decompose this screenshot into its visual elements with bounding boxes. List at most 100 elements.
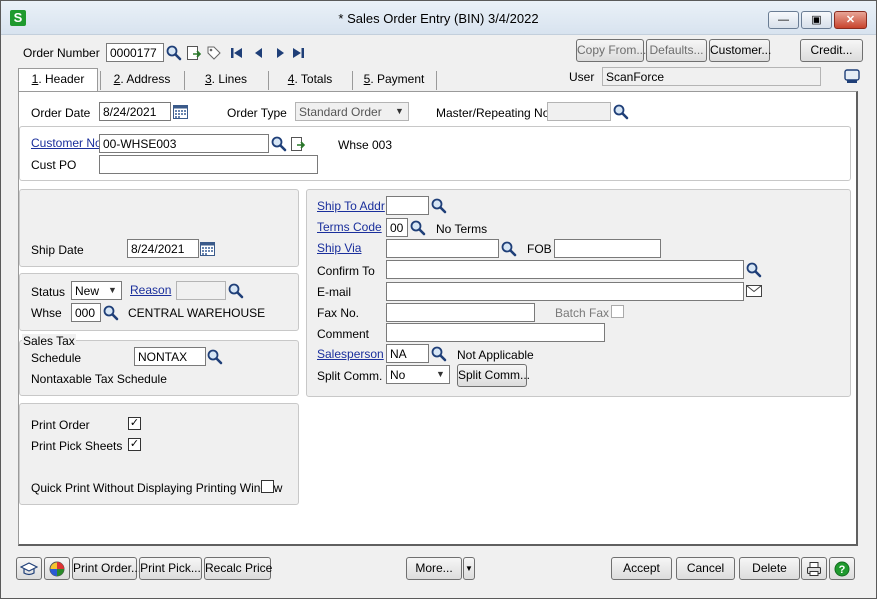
order-date-input[interactable]: 8/24/2021 (99, 102, 171, 121)
envelope-icon[interactable] (746, 285, 762, 297)
user-label: User (569, 70, 595, 84)
help-center-button[interactable] (16, 557, 42, 580)
schedule-magnifier-icon[interactable] (207, 349, 223, 365)
ship-to-addr-link[interactable]: Ship To Addr (317, 199, 385, 213)
master-repeating-input[interactable] (547, 102, 611, 121)
credit-button[interactable]: Credit... (800, 39, 863, 62)
confirm-to-magnifier-icon[interactable] (746, 262, 762, 278)
color-wheel-button[interactable] (44, 557, 70, 580)
order-date-calendar-icon[interactable] (173, 104, 189, 120)
quick-print-checkbox[interactable] (261, 480, 274, 493)
order-number-input[interactable]: 0000177 (106, 43, 164, 62)
tab-totals[interactable]: 4. Totals (269, 69, 351, 91)
more-dropdown-button[interactable]: ▼ (463, 557, 475, 580)
ship-date-label: Ship Date (31, 243, 84, 257)
maximize-button[interactable]: ▣ (801, 11, 832, 29)
ship-via-input[interactable] (386, 239, 499, 258)
print-pick-sheets-checkbox[interactable]: ✓ (128, 438, 141, 451)
chevron-down-icon: ▼ (465, 564, 473, 573)
salesperson-magnifier-icon[interactable] (431, 346, 447, 362)
customer-no-input[interactable]: 00-WHSE003 (99, 134, 269, 153)
help-icon: ? (834, 561, 850, 577)
tab-lines[interactable]: 3. Lines (185, 69, 267, 91)
customer-no-link[interactable]: Customer No. (31, 136, 105, 150)
salesperson-description: Not Applicable (457, 348, 534, 362)
cancel-button[interactable]: Cancel (676, 557, 735, 580)
user-field: ScanForce (602, 67, 821, 86)
print-order-checkbox[interactable]: ✓ (128, 417, 141, 430)
first-record-icon[interactable] (230, 46, 244, 60)
print-order-label: Print Order (31, 418, 90, 432)
sales-order-entry-window: S * Sales Order Entry (BIN) 3/4/2022 — ▣… (0, 0, 877, 599)
order-type-select[interactable]: Standard Order ▼ (295, 102, 409, 121)
order-number-label: Order Number (23, 46, 100, 60)
order-lookup-magnifier-icon[interactable] (166, 45, 182, 61)
fax-no-input[interactable] (386, 303, 535, 322)
user-settings-icon[interactable] (843, 68, 861, 86)
ship-to-magnifier-icon[interactable] (431, 198, 447, 214)
ship-to-addr-input[interactable] (386, 196, 429, 215)
terms-code-link[interactable]: Terms Code (317, 220, 382, 234)
copy-from-button[interactable]: Copy From... (576, 39, 646, 62)
terms-code-input[interactable]: 00 (386, 218, 408, 237)
reason-link[interactable]: Reason (130, 283, 171, 297)
master-repeating-magnifier-icon[interactable] (613, 104, 629, 120)
reason-magnifier-icon[interactable] (228, 283, 244, 299)
print-pick-sheets-label: Print Pick Sheets (31, 439, 123, 453)
email-label: E-mail (317, 285, 352, 299)
fob-input[interactable] (554, 239, 661, 258)
next-record-icon[interactable] (273, 46, 287, 60)
comment-input[interactable] (386, 323, 605, 342)
schedule-input[interactable]: NONTAX (134, 347, 206, 366)
close-button[interactable]: ✕ (834, 11, 867, 29)
print-button[interactable] (801, 557, 827, 580)
last-record-icon[interactable] (291, 46, 305, 60)
defaults-button[interactable]: Defaults... (646, 39, 707, 62)
order-type-label: Order Type (227, 106, 287, 120)
color-wheel-icon (49, 561, 65, 577)
terms-description: No Terms (436, 222, 488, 236)
cust-po-input[interactable] (99, 155, 318, 174)
email-input[interactable] (386, 282, 744, 301)
reason-input[interactable] (176, 281, 226, 300)
delete-button[interactable]: Delete (739, 557, 800, 580)
tab-header[interactable]: 1. Header (18, 68, 98, 92)
title-bar[interactable]: S * Sales Order Entry (BIN) 3/4/2022 — ▣… (1, 1, 876, 35)
help-button[interactable]: ? (829, 557, 855, 580)
split-comm-button[interactable]: Split Comm... (457, 364, 530, 387)
salesperson-link[interactable]: Salesperson (317, 347, 384, 361)
tag-icon[interactable] (206, 45, 222, 61)
split-comm-select[interactable]: No ▼ (386, 365, 450, 384)
ship-via-magnifier-icon[interactable] (501, 241, 517, 257)
schedule-description: Nontaxable Tax Schedule (31, 372, 167, 386)
status-panel (19, 273, 299, 331)
ship-via-link[interactable]: Ship Via (317, 241, 361, 255)
batch-fax-checkbox[interactable] (611, 305, 624, 318)
confirm-to-input[interactable] (386, 260, 744, 279)
ship-date-calendar-icon[interactable] (200, 241, 216, 257)
status-select[interactable]: New ▼ (71, 281, 122, 300)
previous-record-icon[interactable] (252, 46, 266, 60)
whse-magnifier-icon[interactable] (103, 305, 119, 321)
cust-po-label: Cust PO (31, 158, 77, 172)
minimize-icon: — (778, 14, 789, 26)
document-export-icon[interactable] (186, 45, 202, 61)
tab-payment[interactable]: 5. Payment (353, 69, 435, 91)
print-order-button[interactable]: Print Order... (72, 557, 141, 580)
salesperson-input[interactable]: NA (386, 344, 429, 363)
customer-magnifier-icon[interactable] (271, 136, 287, 152)
print-pick-button[interactable]: Print Pick... (139, 557, 202, 580)
chevron-down-icon: ▼ (395, 106, 404, 116)
ship-date-input[interactable]: 8/24/2021 (127, 239, 199, 258)
tab-address[interactable]: 2. Address (101, 69, 183, 91)
terms-code-magnifier-icon[interactable] (410, 220, 426, 236)
customer-document-icon[interactable] (290, 136, 306, 152)
fob-label: FOB (527, 242, 552, 256)
more-button[interactable]: More... (406, 557, 462, 580)
accept-button[interactable]: Accept (611, 557, 672, 580)
minimize-button[interactable]: — (768, 11, 799, 29)
status-label: Status (31, 285, 66, 299)
recalc-price-button[interactable]: Recalc Price (204, 557, 272, 580)
customer-button[interactable]: Customer... (709, 39, 771, 62)
whse-input[interactable]: 000 (71, 303, 101, 322)
